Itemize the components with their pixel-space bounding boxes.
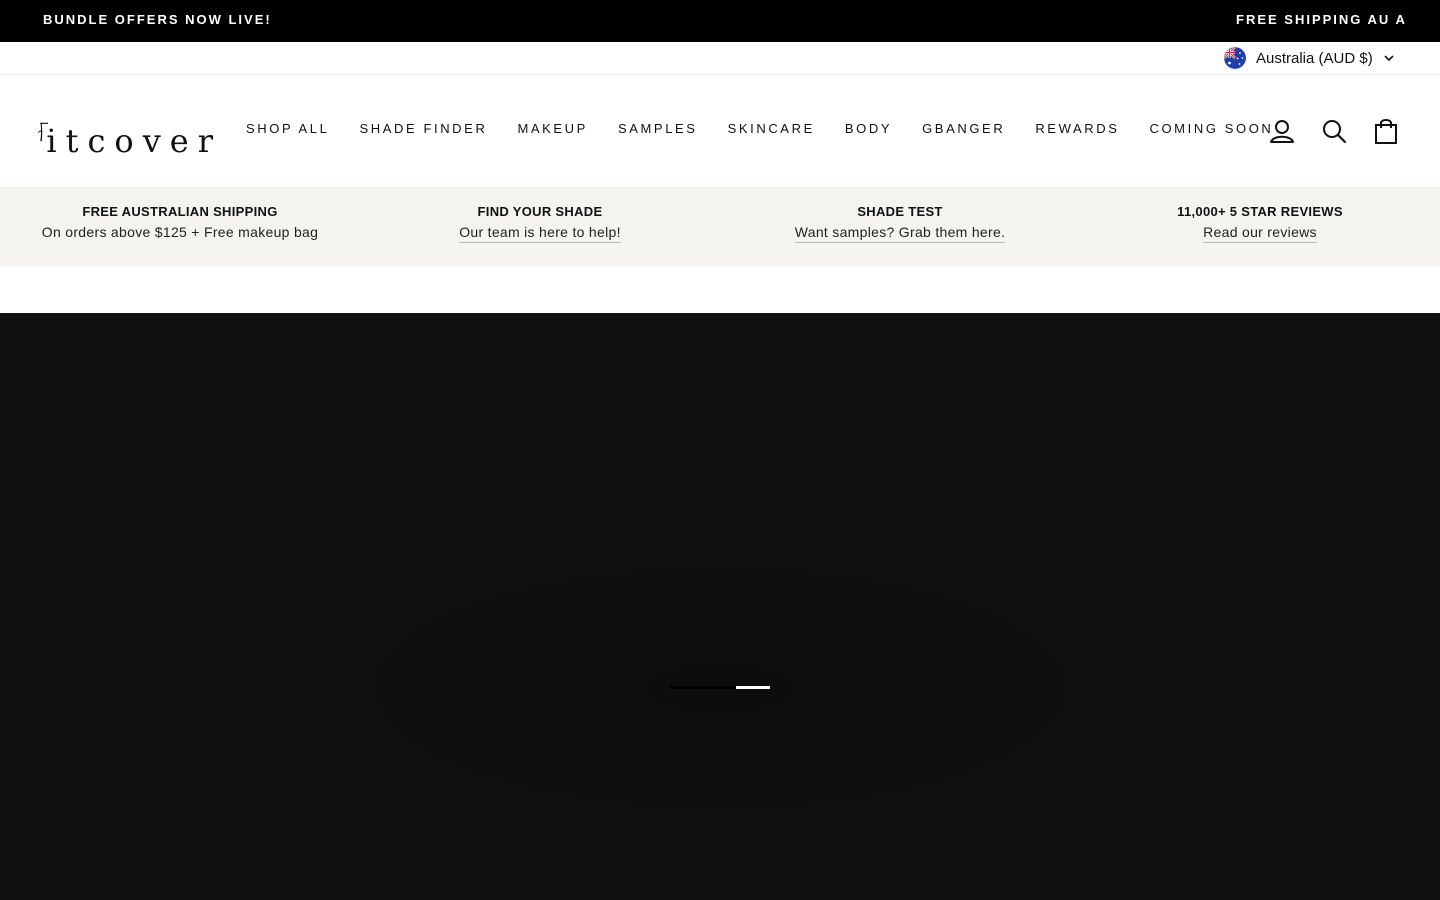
- announcement-bar: BUNDLE OFFERS NOW LIVE! FREE SHIPPING AU…: [0, 0, 1440, 42]
- feature-title: FIND YOUR SHADE: [477, 204, 603, 219]
- nav-item-gbanger[interactable]: GBANGER: [922, 121, 1005, 141]
- hero-slideshow[interactable]: [0, 313, 1440, 900]
- site-logo[interactable]: itcover: [38, 103, 222, 159]
- feature-reviews: 11,000+ 5 STAR REVIEWS Read our reviews: [1080, 187, 1440, 266]
- feature-shipping: FREE AUSTRALIAN SHIPPING On orders above…: [0, 187, 360, 266]
- feature-find-shade: FIND YOUR SHADE Our team is here to help…: [360, 187, 720, 266]
- feature-title: FREE AUSTRALIAN SHIPPING: [82, 204, 278, 219]
- main-navigation: SHOP ALL SHADE FINDER MAKEUP SAMPLES SKI…: [246, 121, 1273, 141]
- nav-item-rewards[interactable]: REWARDS: [1035, 121, 1119, 141]
- feature-link-find-shade[interactable]: Our team is here to help!: [459, 224, 621, 243]
- cart-icon: [1375, 119, 1397, 144]
- locale-bar: Australia (AUD $): [0, 42, 1440, 75]
- chevron-down-icon: [1384, 55, 1394, 62]
- announcement-right-text[interactable]: FREE SHIPPING AU A: [1236, 12, 1407, 27]
- feature-title: SHADE TEST: [857, 204, 943, 219]
- nav-item-shop-all[interactable]: SHOP ALL: [246, 121, 329, 141]
- feature-shade-test: SHADE TEST Want samples? Grab them here.: [720, 187, 1080, 266]
- search-icon: [1323, 120, 1347, 144]
- country-selector-label: Australia (AUD $): [1256, 49, 1373, 67]
- account-icon: [1270, 120, 1294, 143]
- slideshow-pagination: [670, 686, 770, 689]
- nav-item-skincare[interactable]: SKINCARE: [728, 121, 815, 141]
- logo-text: itcover: [46, 122, 222, 160]
- nav-item-shade-finder[interactable]: SHADE FINDER: [359, 121, 487, 141]
- country-selector[interactable]: Australia (AUD $): [1224, 47, 1395, 69]
- australia-flag-icon: [1224, 47, 1246, 69]
- feature-subtitle: On orders above $125 + Free makeup bag: [41, 224, 319, 240]
- feature-link-samples[interactable]: Want samples? Grab them here.: [794, 224, 1006, 243]
- nav-item-coming-soon[interactable]: COMING SOON: [1149, 121, 1273, 141]
- site-header: itcover SHOP ALL SHADE FINDER MAKEUP SAM…: [0, 75, 1440, 187]
- slide-indicator-1[interactable]: [670, 686, 736, 689]
- account-button[interactable]: [1267, 116, 1297, 146]
- feature-title: 11,000+ 5 STAR REVIEWS: [1177, 204, 1343, 219]
- nav-item-body[interactable]: BODY: [845, 121, 892, 141]
- cart-button[interactable]: [1371, 116, 1401, 146]
- nav-item-makeup[interactable]: MAKEUP: [517, 121, 588, 141]
- announcement-left-text[interactable]: BUNDLE OFFERS NOW LIVE!: [43, 12, 272, 27]
- feature-link-reviews[interactable]: Read our reviews: [1203, 224, 1317, 243]
- feature-bar: FREE AUSTRALIAN SHIPPING On orders above…: [0, 187, 1440, 266]
- search-button[interactable]: [1319, 116, 1349, 146]
- nav-item-samples[interactable]: SAMPLES: [618, 121, 698, 141]
- slide-indicator-2-active[interactable]: [736, 686, 770, 689]
